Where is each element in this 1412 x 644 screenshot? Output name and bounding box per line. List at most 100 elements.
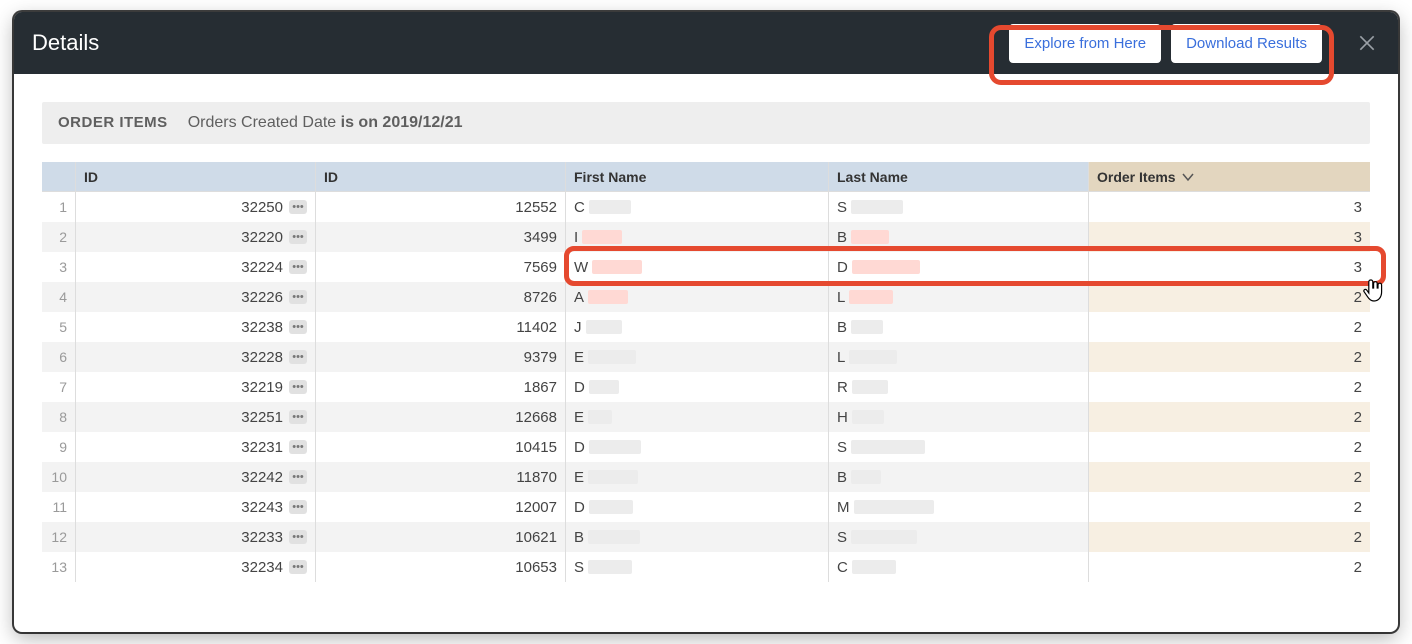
cell-order-items: 3 <box>1089 252 1370 282</box>
order-items-value: 2 <box>1354 499 1362 516</box>
table-row[interactable]: 332224•••7569WD3 <box>42 252 1370 282</box>
cell-first-name: D <box>566 492 829 522</box>
explore-from-here-button[interactable]: Explore from Here <box>1009 24 1161 63</box>
cell-id2: 12552 <box>316 192 566 222</box>
cell-order-items: 2 <box>1089 462 1370 492</box>
redacted-text <box>586 320 622 334</box>
row-actions-icon[interactable]: ••• <box>289 470 307 484</box>
cell-id1: 32231 ••• <box>76 432 316 462</box>
id1-value: 32231 <box>241 439 283 456</box>
row-actions-icon[interactable]: ••• <box>289 380 307 394</box>
cell-first-name: C <box>566 192 829 222</box>
cell-order-items: 2 <box>1089 402 1370 432</box>
order-items-value: 2 <box>1354 409 1362 426</box>
cell-order-items: 2 <box>1089 552 1370 582</box>
last-name-initial: L <box>837 289 845 306</box>
first-name-initial: B <box>574 529 584 546</box>
row-actions-icon[interactable]: ••• <box>289 230 307 244</box>
table-row[interactable]: 932231•••10415DS2 <box>42 432 1370 462</box>
id1-value: 32233 <box>241 529 283 546</box>
redacted-text <box>851 230 889 244</box>
cell-id2: 12007 <box>316 492 566 522</box>
redacted-text <box>849 350 897 364</box>
table-row[interactable]: 1032242•••11870EB2 <box>42 462 1370 492</box>
cell-id2: 11402 <box>316 312 566 342</box>
cell-order-items: 2 <box>1089 342 1370 372</box>
redacted-text <box>851 200 903 214</box>
col-header-last-name[interactable]: Last Name <box>829 162 1089 191</box>
table-row[interactable]: 632228•••9379EL2 <box>42 342 1370 372</box>
row-actions-icon[interactable]: ••• <box>289 500 307 514</box>
row-number: 4 <box>42 282 76 312</box>
col-header-rownum <box>42 162 76 191</box>
table-row[interactable]: 832251•••12668EH2 <box>42 402 1370 432</box>
last-name-initial: B <box>837 229 847 246</box>
cell-last-name: B <box>829 222 1089 252</box>
cell-last-name: D <box>829 252 1089 282</box>
cell-id1: 32234 ••• <box>76 552 316 582</box>
first-name-initial: S <box>574 559 584 576</box>
row-number: 6 <box>42 342 76 372</box>
modal-header: Details Explore from Here Download Resul… <box>14 12 1398 74</box>
last-name-initial: S <box>837 529 847 546</box>
row-actions-icon[interactable]: ••• <box>289 200 307 214</box>
order-items-value: 2 <box>1354 349 1362 366</box>
col-header-first-name[interactable]: First Name <box>566 162 829 191</box>
row-actions-icon[interactable]: ••• <box>289 290 307 304</box>
table-row[interactable]: 232220•••3499IB3 <box>42 222 1370 252</box>
redacted-text <box>589 200 631 214</box>
cell-order-items: 2 <box>1089 372 1370 402</box>
redacted-text <box>852 410 884 424</box>
close-button[interactable] <box>1354 30 1380 56</box>
header-actions: Explore from Here Download Results <box>1009 24 1380 63</box>
cell-first-name: E <box>566 402 829 432</box>
last-name-initial: R <box>837 379 848 396</box>
cell-id2: 8726 <box>316 282 566 312</box>
row-number: 13 <box>42 552 76 582</box>
order-items-value: 3 <box>1354 199 1362 216</box>
table-row[interactable]: 532238•••11402JB2 <box>42 312 1370 342</box>
table-row[interactable]: 1132243•••12007DM2 <box>42 492 1370 522</box>
row-actions-icon[interactable]: ••• <box>289 440 307 454</box>
filter-bar: ORDER ITEMS Orders Created Date is on 20… <box>42 102 1370 144</box>
order-items-value: 3 <box>1354 229 1362 246</box>
row-number: 8 <box>42 402 76 432</box>
cell-last-name: S <box>829 192 1089 222</box>
cell-first-name: B <box>566 522 829 552</box>
row-actions-icon[interactable]: ••• <box>289 320 307 334</box>
results-table: ID ID First Name Last Name Order Items 1… <box>42 162 1370 582</box>
col-header-order-items[interactable]: Order Items <box>1089 162 1370 191</box>
row-actions-icon[interactable]: ••• <box>289 560 307 574</box>
download-results-button[interactable]: Download Results <box>1171 24 1322 63</box>
first-name-initial: E <box>574 409 584 426</box>
cell-id1: 32242••• <box>76 462 316 492</box>
id1-value: 32224 <box>241 259 283 276</box>
first-name-initial: E <box>574 469 584 486</box>
id1-value: 32234 <box>241 559 283 576</box>
row-number: 9 <box>42 432 76 462</box>
cell-id1: 32228••• <box>76 342 316 372</box>
cell-first-name: D <box>566 372 829 402</box>
cell-id2: 12668 <box>316 402 566 432</box>
table-row[interactable]: 1332234•••10653SC2 <box>42 552 1370 582</box>
col-header-id2[interactable]: ID <box>316 162 566 191</box>
id1-value: 32220 <box>241 229 283 246</box>
id1-value: 32226 <box>241 289 283 306</box>
row-actions-icon[interactable]: ••• <box>289 350 307 364</box>
table-row[interactable]: 1232233•••10621BS2 <box>42 522 1370 552</box>
cell-id1: 32224 ••• <box>76 252 316 282</box>
table-row[interactable]: 432226•••8726AL2 <box>42 282 1370 312</box>
row-number: 5 <box>42 312 76 342</box>
row-actions-icon[interactable]: ••• <box>289 530 307 544</box>
row-actions-icon[interactable]: ••• <box>289 410 307 424</box>
table-row[interactable]: 732219•••1867DR2 <box>42 372 1370 402</box>
first-name-initial: D <box>574 439 585 456</box>
table-header-row: ID ID First Name Last Name Order Items <box>42 162 1370 192</box>
row-actions-icon[interactable]: ••• <box>289 260 307 274</box>
col-header-id1[interactable]: ID <box>76 162 316 191</box>
cell-id2: 7569 <box>316 252 566 282</box>
cell-first-name: E <box>566 342 829 372</box>
cell-order-items: 2 <box>1089 432 1370 462</box>
first-name-initial: D <box>574 379 585 396</box>
table-row[interactable]: 132250•••12552CS3 <box>42 192 1370 222</box>
